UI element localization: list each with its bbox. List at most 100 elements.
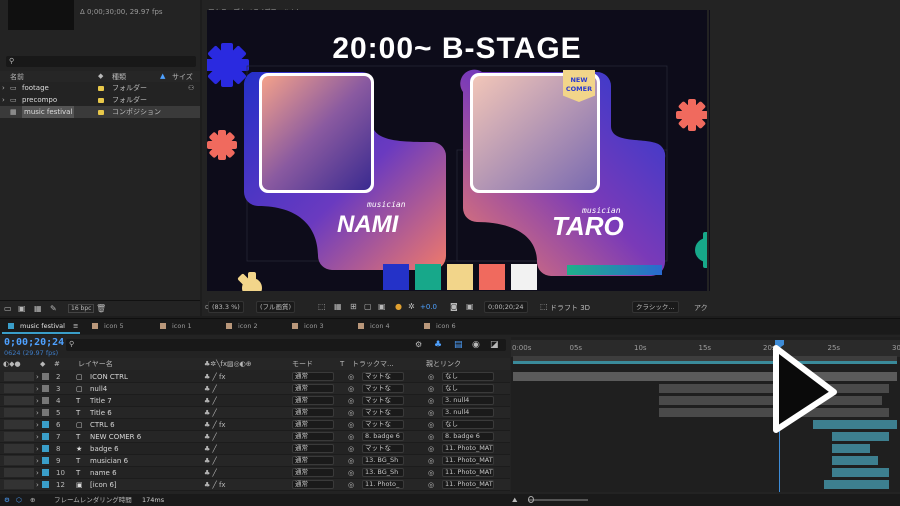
pickwhip-icon[interactable]: ◎ <box>428 419 434 431</box>
chevron-right-icon[interactable]: › <box>36 443 39 455</box>
zoom-slider-handle[interactable] <box>528 496 534 503</box>
visibility-toggle[interactable] <box>4 384 34 393</box>
track-matte-dropdown[interactable]: 11. Photo_ <box>362 480 404 489</box>
layer-name[interactable]: NEW COMER 6 <box>90 431 141 443</box>
layer-name[interactable]: Title 6 <box>90 407 112 419</box>
label-color-swatch[interactable] <box>42 457 49 464</box>
chevron-right-icon[interactable]: › <box>2 82 5 94</box>
layer-row[interactable]: › 10 Tname 6 ♣ ╱ 通常 ◎ 13. BG_Sh ◎ 11. Photo_MAT <box>0 467 510 479</box>
label-color-swatch[interactable] <box>42 469 49 476</box>
toggle-switches-icon[interactable]: ⚙ <box>4 494 10 506</box>
layer-duration-bar[interactable] <box>831 444 871 453</box>
parent-dropdown[interactable]: 3. null4 <box>442 396 494 405</box>
layer-name[interactable]: musician 6 <box>90 455 128 467</box>
chevron-right-icon[interactable]: › <box>36 395 39 407</box>
layer-switches[interactable]: ♣ ╱ fx <box>204 419 226 431</box>
layer-switches[interactable]: ♣ ╱ fx <box>204 371 226 383</box>
show-snapshot-icon[interactable]: ▣ <box>466 302 474 311</box>
color-management-icon[interactable]: ● <box>395 302 402 311</box>
layer-switches[interactable]: ♣ ╱ <box>204 443 217 455</box>
matte-icon[interactable]: ◎ <box>348 479 354 491</box>
matte-icon[interactable]: ◎ <box>348 395 354 407</box>
blend-mode-dropdown[interactable]: 通常 <box>292 384 334 393</box>
label-color-swatch[interactable] <box>42 385 49 392</box>
label-color-swatch[interactable] <box>42 445 49 452</box>
parent-dropdown[interactable]: なし <box>442 372 494 381</box>
bpc-button[interactable]: 16 bpc <box>68 304 95 313</box>
tab-music-festival[interactable]: music festival ≡ <box>8 322 78 330</box>
motion-blur-icon[interactable]: ◉ <box>472 340 480 350</box>
matte-icon[interactable]: ◎ <box>348 431 354 443</box>
layer-switches[interactable]: ♣ ╱ <box>204 407 217 419</box>
settings-icon[interactable]: ✎ <box>50 304 57 313</box>
project-item-row[interactable]: › ▭ footage フォルダー <box>0 82 200 94</box>
pickwhip-icon[interactable]: ◎ <box>428 479 434 491</box>
parent-dropdown[interactable]: なし <box>442 420 494 429</box>
track-matte-dropdown[interactable]: マットな <box>362 384 404 393</box>
layer-row[interactable]: › 2 ▢ ICON CTRL ♣ ╱ fx 通常 ◎ マットな ◎ なし <box>0 371 510 383</box>
track-matte-dropdown[interactable]: 13. BG_Sh <box>362 456 404 465</box>
chevron-right-icon[interactable]: › <box>36 371 39 383</box>
layer-name[interactable]: ICON CTRL <box>90 371 128 383</box>
parent-dropdown[interactable]: 8. badge 6 <box>442 432 494 441</box>
layer-duration-bar[interactable] <box>824 480 890 489</box>
layer-name[interactable]: [icon 6] <box>90 479 117 491</box>
layer-switches[interactable]: ♣ ╱ fx <box>204 479 226 491</box>
draft-3d-icon[interactable]: ⬚ <box>540 302 548 311</box>
parent-dropdown[interactable]: 11. Photo_MAT <box>442 480 494 489</box>
layer-row[interactable]: › 7 T NEW COMER 6 ♣ ╱ 通常 ◎ 8. badge 6 ◎ 8. badge … <box>0 431 510 443</box>
pickwhip-icon[interactable]: ◎ <box>428 443 434 455</box>
label-color-swatch[interactable] <box>42 421 49 428</box>
layer-name[interactable]: null4 <box>90 383 107 395</box>
layer-row[interactable]: › 3 ▢ null4 ♣ ╱ 通常 ◎ マットな ◎ なし <box>0 383 510 395</box>
col-layer-name[interactable]: レイヤー名 <box>78 358 113 370</box>
pickwhip-icon[interactable]: ◎ <box>428 431 434 443</box>
frame-blending-icon[interactable]: ▤ <box>454 340 463 350</box>
region-of-interest-icon[interactable]: ⬚ <box>318 302 326 311</box>
label-color-swatch[interactable] <box>42 373 49 380</box>
matte-icon[interactable]: ◎ <box>348 383 354 395</box>
layer-switches[interactable]: ♣ ╱ <box>204 467 217 479</box>
zoom-dropdown[interactable]: (83.3 %) <box>208 301 244 313</box>
active-camera-dropdown[interactable]: アク <box>694 303 708 313</box>
parent-dropdown[interactable]: なし <box>442 384 494 393</box>
blend-mode-dropdown[interactable]: 通常 <box>292 468 334 477</box>
chevron-right-icon[interactable]: › <box>36 419 39 431</box>
visibility-toggle[interactable] <box>4 480 34 489</box>
exposure-icon[interactable]: ✲ <box>408 302 415 311</box>
track-matte-dropdown[interactable]: マットな <box>362 444 404 453</box>
tab-icon-2[interactable]: icon 2 <box>226 322 258 330</box>
pickwhip-icon[interactable]: ◎ <box>428 371 434 383</box>
blend-mode-dropdown[interactable]: 通常 <box>292 372 334 381</box>
comp-canvas[interactable]: 20:00~ B-STAGE musician NAMI musician TA… <box>207 10 707 291</box>
blend-mode-dropdown[interactable]: 通常 <box>292 480 334 489</box>
mask-visibility-icon[interactable]: ▢ <box>364 302 372 311</box>
parent-dropdown[interactable]: 11. Photo_MAT <box>442 456 494 465</box>
track-matte-dropdown[interactable]: 13. BG_Sh <box>362 468 404 477</box>
track-matte-dropdown[interactable]: マットな <box>362 420 404 429</box>
blend-mode-dropdown[interactable]: 通常 <box>292 456 334 465</box>
blend-mode-dropdown[interactable]: 通常 <box>292 420 334 429</box>
blend-mode-dropdown[interactable]: 通常 <box>292 396 334 405</box>
tab-icon-5[interactable]: icon 5 <box>92 322 124 330</box>
layer-name[interactable]: name 6 <box>90 467 117 479</box>
project-item-row[interactable]: › ▭ precompo フォルダー <box>0 94 200 106</box>
matte-icon[interactable]: ◎ <box>348 467 354 479</box>
layer-switches[interactable]: ♣ ╱ <box>204 455 217 467</box>
layer-row[interactable]: › 8 ★ badge 6 ♣ ╱ 通常 ◎ マットな ◎ 11. Photo_MAT <box>0 443 510 455</box>
transparency-grid-icon[interactable]: ▦ <box>334 302 342 311</box>
trash-icon[interactable]: 🗑 <box>96 304 106 313</box>
zoom-out-icon[interactable]: ⛰ <box>512 494 517 506</box>
chevron-right-icon[interactable]: › <box>36 407 39 419</box>
layer-duration-bar[interactable] <box>831 456 878 465</box>
flowchart-icon[interactable]: ⚇ <box>188 84 194 92</box>
new-folder-icon[interactable]: ▣ <box>18 304 26 313</box>
chevron-right-icon[interactable]: › <box>36 467 39 479</box>
visibility-toggle[interactable] <box>4 420 34 429</box>
blend-mode-dropdown[interactable]: 通常 <box>292 444 334 453</box>
resolution-dropdown[interactable]: (フル画質) <box>256 301 296 313</box>
tab-menu-icon[interactable]: ≡ <box>73 322 78 330</box>
interpret-footage-icon[interactable]: ▭ <box>4 304 12 313</box>
col-parent-link[interactable]: 親とリンク <box>426 358 461 370</box>
matte-icon[interactable]: ◎ <box>348 443 354 455</box>
